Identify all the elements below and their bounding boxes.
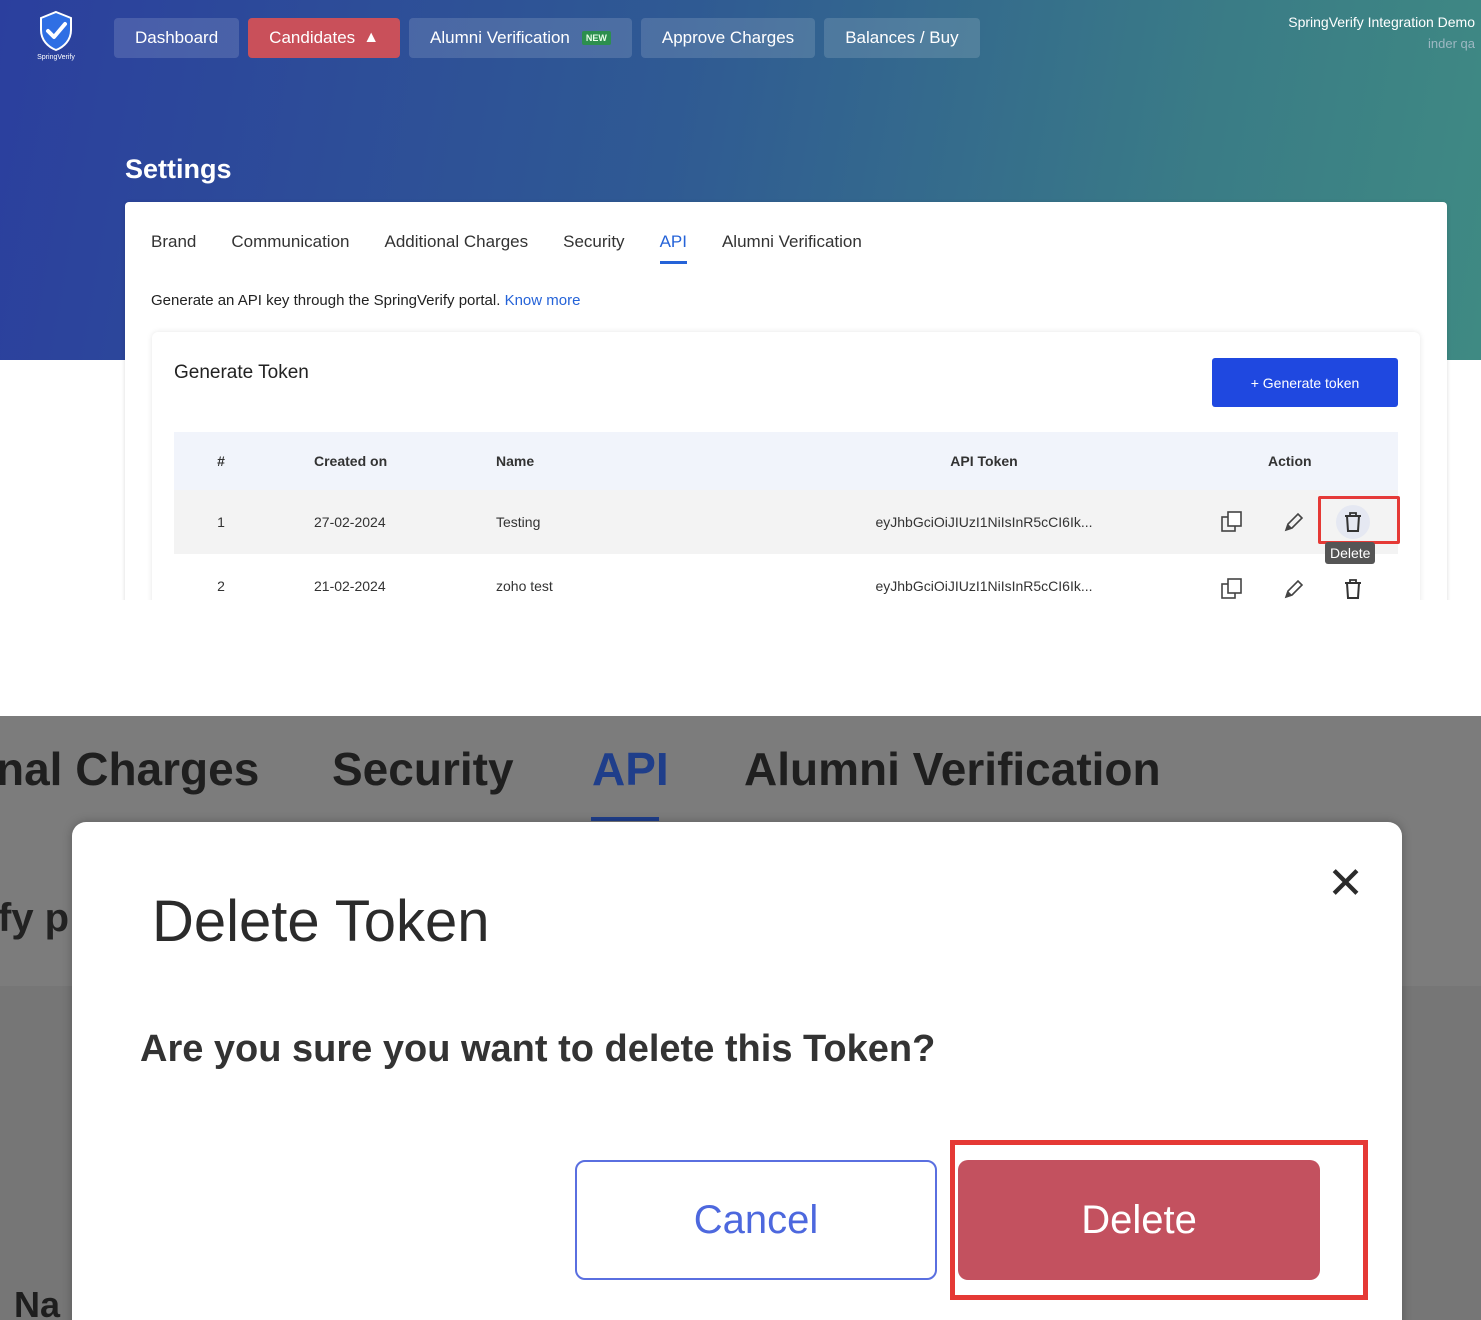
tab-security[interactable]: Security <box>332 742 514 796</box>
trash-icon[interactable] <box>1340 576 1366 600</box>
tab-api[interactable]: API <box>592 742 669 796</box>
tab-security[interactable]: Security <box>563 232 624 264</box>
col-header-token: API Token <box>950 453 1018 469</box>
row-num: 1 <box>217 514 225 530</box>
nav-approve-charges[interactable]: Approve Charges <box>640 18 816 58</box>
generate-token-title: Generate Token <box>174 362 309 383</box>
nav-dashboard-label: Dashboard <box>135 28 219 47</box>
col-header-num: # <box>217 453 225 469</box>
tab-additional-charges[interactable]: nal Charges <box>0 742 259 796</box>
shield-check-icon <box>40 10 72 52</box>
active-tab-underline <box>591 817 659 821</box>
bottom-screenshot-panel: nal Charges Security API Alumni Verifica… <box>0 716 1481 1320</box>
logo-text: SpringVerify <box>37 54 75 61</box>
modal-message: Are you sure you want to delete this Tok… <box>140 1028 936 1070</box>
api-intro: Generate an API key through the SpringVe… <box>151 292 580 309</box>
copy-icon[interactable] <box>1219 576 1245 600</box>
settings-tabs: Brand Communication Additional Charges S… <box>151 232 897 264</box>
row-num: 2 <box>217 578 225 594</box>
nav-alumni-label: Alumni Verification <box>430 28 570 47</box>
new-badge: NEW <box>581 31 611 45</box>
row-created-on: 27-02-2024 <box>314 514 386 530</box>
background-text-fragment: fy p <box>0 896 70 940</box>
page-title: Settings <box>125 154 232 184</box>
tab-alumni-verification[interactable]: Alumni Verification <box>722 232 862 264</box>
top-screenshot-panel: SpringVerify Dashboard Candidates ▲ Alumn… <box>0 0 1481 600</box>
nav-dashboard[interactable]: Dashboard <box>114 18 240 58</box>
modal-title: Delete Token <box>152 889 490 954</box>
api-intro-text: Generate an API key through the SpringVe… <box>151 292 501 309</box>
delete-token-modal: Delete Token ✕ Are you sure you want to … <box>72 822 1402 1320</box>
delete-tooltip: Delete <box>1325 542 1376 564</box>
account-menu[interactable]: SpringVerify Integration Demo inder qa <box>1288 14 1475 51</box>
tab-api[interactable]: API <box>659 232 688 264</box>
row-token: eyJhbGciOiJIUzI1NiIsInR5cCI6Ik... <box>875 578 1093 594</box>
know-more-link[interactable]: Know more <box>505 292 581 309</box>
edit-icon[interactable] <box>1281 509 1307 535</box>
background-text-fragment: Na <box>14 1284 61 1320</box>
account-name: SpringVerify Integration Demo <box>1288 14 1475 30</box>
close-icon[interactable]: ✕ <box>1327 862 1364 906</box>
row-token: eyJhbGciOiJIUzI1NiIsInR5cCI6Ik... <box>875 514 1093 530</box>
nav-candidates[interactable]: Candidates ▲ <box>248 18 401 58</box>
zoomed-tabs: nal Charges Security API Alumni Verifica… <box>0 742 1479 832</box>
warning-icon: ▲ <box>363 29 380 46</box>
table-row: 1 27-02-2024 Testing eyJhbGciOiJIUzI1NiI… <box>174 490 1400 564</box>
row-created-on: 21-02-2024 <box>314 578 386 594</box>
generate-token-panel: Generate Token + Generate token # Create… <box>152 332 1420 600</box>
highlight-box-delete-icon <box>1318 496 1400 544</box>
token-table: # Created on Name API Token Action 1 27-… <box>174 432 1400 600</box>
tab-additional-charges[interactable]: Additional Charges <box>384 232 528 264</box>
col-header-name: Name <box>496 453 535 469</box>
generate-token-button[interactable]: + Generate token <box>1212 358 1398 407</box>
col-header-action: Action <box>1268 453 1312 469</box>
highlight-box-delete-button <box>950 1140 1368 1300</box>
row-name: Testing <box>496 514 541 530</box>
tab-brand[interactable]: Brand <box>151 232 196 264</box>
springverify-logo[interactable]: SpringVerify <box>28 10 84 70</box>
col-header-created: Created on <box>314 453 388 469</box>
nav-approve-label: Approve Charges <box>661 28 795 47</box>
copy-icon[interactable] <box>1219 509 1245 535</box>
tab-communication[interactable]: Communication <box>231 232 349 264</box>
tab-alumni-verification[interactable]: Alumni Verification <box>744 742 1161 796</box>
nav-balances-label: Balances / Buy <box>845 28 959 47</box>
nav-candidates-label: Candidates <box>269 28 356 47</box>
edit-icon[interactable] <box>1281 576 1307 600</box>
table-header-row: # Created on Name API Token Action <box>174 432 1398 490</box>
table-row: 2 21-02-2024 zoho test eyJhbGciOiJIUzI1N… <box>174 554 1398 600</box>
account-user: inder qa <box>1428 36 1475 51</box>
settings-card: Brand Communication Additional Charges S… <box>125 202 1447 600</box>
nav-alumni-verification[interactable]: Alumni Verification NEW <box>409 18 632 58</box>
top-nav: Dashboard Candidates ▲ Alumni Verificatio… <box>114 18 980 58</box>
cancel-button[interactable]: Cancel <box>575 1160 937 1280</box>
row-name: zoho test <box>496 578 553 594</box>
nav-balances-buy[interactable]: Balances / Buy <box>824 18 980 58</box>
